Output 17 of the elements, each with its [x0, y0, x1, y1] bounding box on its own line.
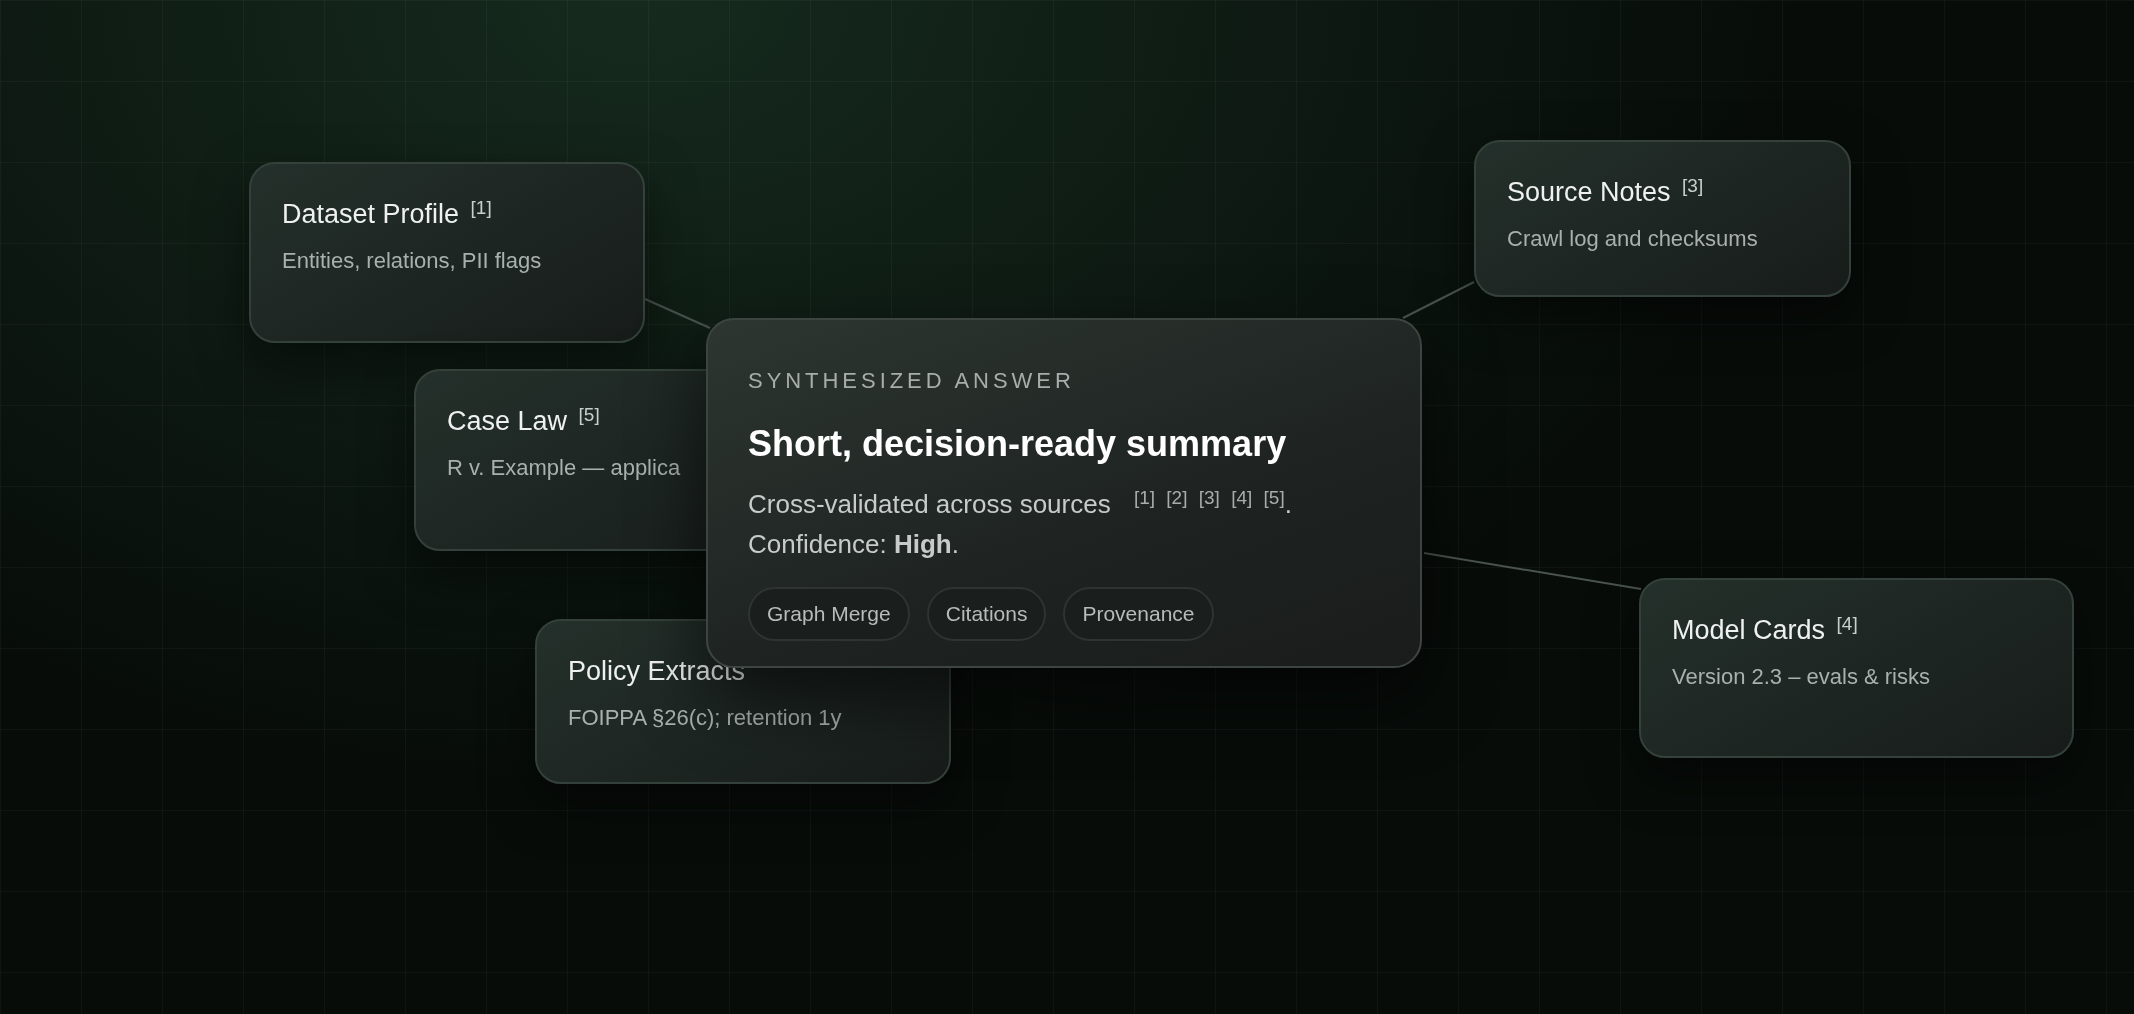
tag-chip: Graph Merge	[748, 587, 910, 641]
source-title: Dataset Profile $^{[1]}$	[282, 198, 493, 231]
source-title: Case Law $^{[5]}$	[447, 405, 601, 438]
source-description: Crawl log and checksums	[1507, 224, 1759, 253]
source-description: FOIPPA §26(c); retention 1y	[568, 703, 843, 732]
source-description: Entities, relations, PII flags	[282, 246, 543, 275]
source-description: R v. Example — applica	[447, 453, 682, 482]
source-title: Source Notes $^{[3]}$	[1507, 176, 1705, 209]
source-description: Version 2.3 – evals & risks	[1672, 662, 1931, 691]
tag-chip: Citations	[926, 587, 1047, 641]
card-eyebrow: SYNTHESIZED ANSWER	[748, 367, 1076, 395]
summary-text: Confidence: High.	[748, 528, 960, 561]
connector-line	[644, 298, 711, 329]
tag-chip: Provenance	[1063, 587, 1214, 641]
card-heading: Short, decision-ready summary	[748, 422, 1288, 466]
summary-text: Cross-validated across sources $^{[1] [2] [3] [4] [5]}$.	[748, 485, 1293, 521]
source-title: Model Cards $^{[4]}$	[1672, 614, 1859, 647]
